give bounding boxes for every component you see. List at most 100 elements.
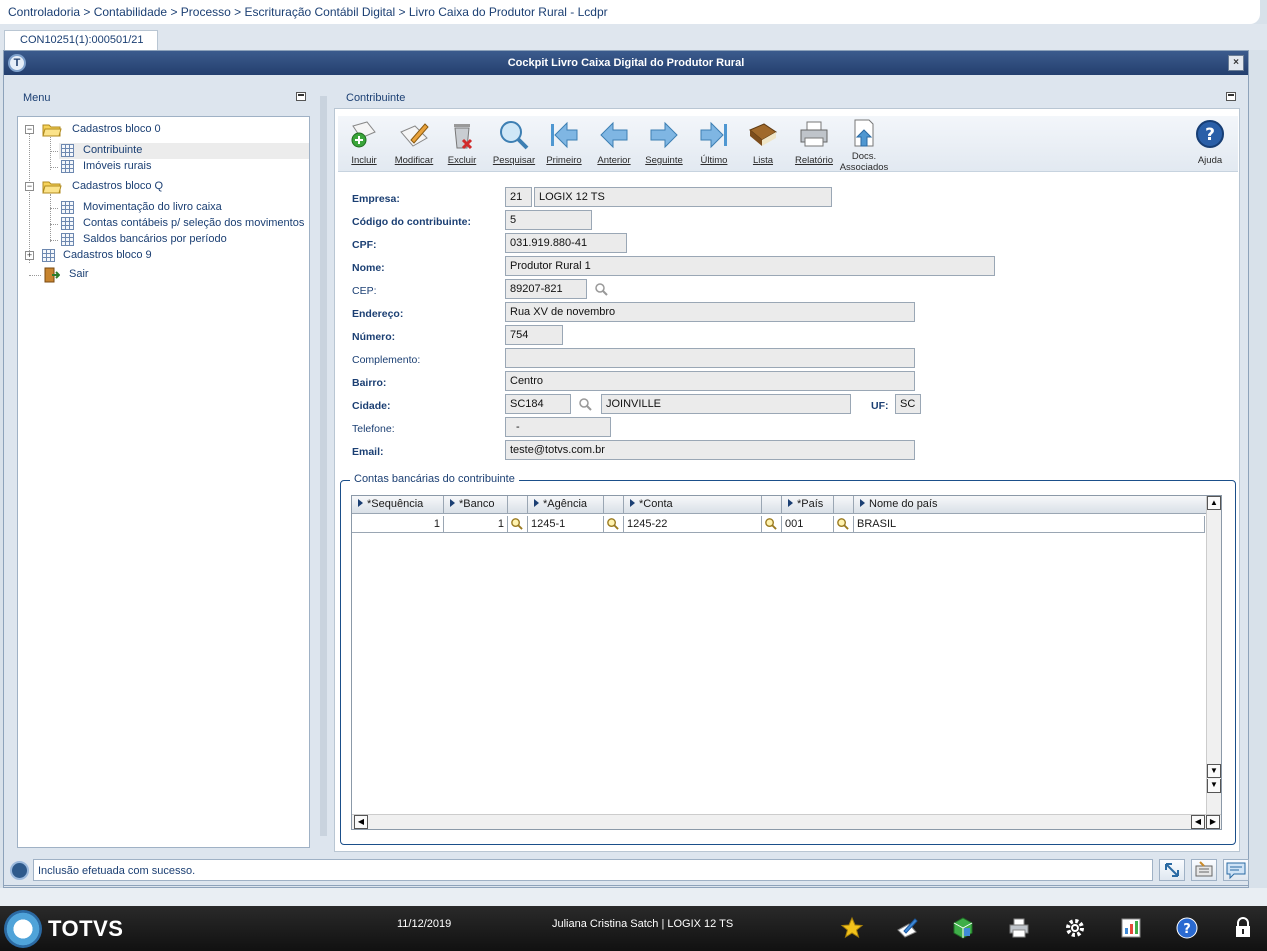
col-header-pais[interactable]: *País	[782, 496, 834, 514]
col-header-nome-pais[interactable]: Nome do país	[854, 496, 1207, 514]
cell-banco[interactable]: 1	[444, 516, 508, 533]
collapse-bloco-0-toggle[interactable]: −	[25, 125, 34, 134]
grid-horizontal-scrollbar[interactable]: ◀ ◀ ▶	[352, 814, 1221, 829]
cidade-code-field[interactable]: SC184	[505, 394, 571, 414]
scroll-up-button[interactable]: ▲	[1207, 496, 1221, 510]
printer-icon[interactable]	[1007, 916, 1031, 940]
bairro-label: Bairro:	[352, 377, 387, 389]
window-title: Cockpit Livro Caixa Digital do Produtor …	[507, 57, 745, 69]
seguinte-button[interactable]: Seguinte	[638, 118, 690, 172]
conta-lookup-icon	[765, 518, 777, 530]
lista-button[interactable]: Lista	[737, 118, 789, 172]
nome-field[interactable]: Produtor Rural 1	[505, 256, 995, 276]
minimize-menu-button[interactable]	[296, 92, 306, 101]
relatorio-button[interactable]: Relatório	[788, 118, 840, 172]
cell-agencia[interactable]: 1245-1	[528, 516, 604, 533]
col-header-banco[interactable]: *Banco	[444, 496, 508, 514]
telefone-label: Telefone:	[352, 423, 395, 435]
grid-icon	[42, 249, 55, 262]
uf-label: UF:	[871, 400, 889, 412]
uf-field[interactable]: SC	[895, 394, 921, 414]
cep-label: CEP:	[352, 285, 377, 297]
cpf-field[interactable]: 031.919.880-41	[505, 233, 627, 253]
breadcrumb[interactable]: Controladoria > Contabilidade > Processo…	[0, 0, 1260, 24]
status-indicator-icon	[10, 861, 29, 880]
col-header-agencia[interactable]: *Agência	[528, 496, 604, 514]
ajuda-button[interactable]: ? Ajuda	[1184, 118, 1236, 172]
previous-record-icon	[600, 121, 628, 149]
cell-sequencia[interactable]: 1	[352, 516, 444, 533]
tree-item-contribuinte[interactable]: Contribuinte	[59, 143, 309, 159]
menu-panel-header: Menu	[13, 86, 310, 108]
scroll-right-button[interactable]: ▶	[1206, 815, 1220, 829]
menu-title: Menu	[23, 92, 51, 104]
messages-button[interactable]	[1223, 859, 1249, 881]
settings-gear-icon[interactable]	[1063, 916, 1087, 940]
modules-cube-icon[interactable]	[951, 916, 975, 940]
tab-con10251[interactable]: CON10251(1):000501/21	[4, 30, 158, 50]
pesquisar-button[interactable]: Pesquisar	[488, 118, 540, 172]
calculator-button[interactable]	[1191, 859, 1217, 881]
first-record-icon	[551, 121, 578, 149]
totvs-logo-icon[interactable]	[4, 910, 42, 948]
telefone-field[interactable]: -	[505, 417, 611, 437]
collapse-bloco-q-toggle[interactable]: −	[25, 182, 34, 191]
window-titlebar: T Cockpit Livro Caixa Digital do Produto…	[4, 51, 1248, 75]
numero-field[interactable]: 754	[505, 325, 563, 345]
help-icon[interactable]: ?	[1175, 916, 1199, 940]
minimize-content-button[interactable]	[1226, 92, 1236, 101]
scroll-left-secondary-button[interactable]: ◀	[1191, 815, 1205, 829]
notes-pen-icon[interactable]	[895, 916, 919, 940]
scroll-down-button[interactable]: ▼	[1207, 764, 1221, 778]
scroll-left-button[interactable]: ◀	[354, 815, 368, 829]
agencia-lookup-cell[interactable]	[604, 516, 624, 533]
cidade-name-field[interactable]: JOINVILLE	[601, 394, 851, 414]
scroll-down-secondary-button[interactable]: ▼	[1207, 779, 1221, 793]
modificar-button[interactable]: Modificar	[388, 118, 440, 172]
empresa-name-field[interactable]: LOGIX 12 TS	[534, 187, 832, 207]
bairro-field[interactable]: Centro	[505, 371, 915, 391]
expand-bloco-9-toggle[interactable]: +	[25, 251, 34, 260]
incluir-button[interactable]: Incluir	[338, 118, 390, 172]
cell-conta[interactable]: 1245-22	[624, 516, 762, 533]
cep-lookup-icon[interactable]	[594, 282, 608, 296]
excluir-button[interactable]: Excluir	[436, 118, 488, 172]
add-document-icon	[351, 121, 376, 148]
printer-icon	[800, 121, 828, 147]
svg-text:?: ?	[1205, 125, 1215, 145]
email-field[interactable]: teste@totvs.com.br	[505, 440, 915, 460]
chart-report-icon[interactable]	[1119, 916, 1143, 940]
last-record-icon	[700, 121, 727, 149]
pais-lookup-cell[interactable]	[834, 516, 854, 533]
taskbar-user: Juliana Cristina Satch | LOGIX 12 TS	[552, 918, 734, 930]
endereco-label: Endereço:	[352, 308, 404, 320]
lock-icon[interactable]	[1231, 916, 1255, 940]
resize-button[interactable]	[1159, 859, 1185, 881]
conta-lookup-cell[interactable]	[762, 516, 782, 533]
cell-nome-pais[interactable]: BRASIL	[854, 516, 1205, 533]
col-header-conta[interactable]: *Conta	[624, 496, 762, 514]
cpf-label: CPF:	[352, 239, 377, 251]
col-header-sequencia[interactable]: *Sequência	[352, 496, 444, 514]
banco-lookup-cell[interactable]	[508, 516, 528, 533]
cidade-lookup-icon[interactable]	[578, 397, 592, 411]
complemento-field[interactable]	[505, 348, 915, 368]
empresa-code-field[interactable]: 21	[505, 187, 532, 207]
cep-field[interactable]: 89207-821	[505, 279, 587, 299]
panel-splitter[interactable]	[320, 96, 327, 836]
pais-lookup-icon	[837, 518, 849, 530]
anterior-button[interactable]: Anterior	[588, 118, 640, 172]
cell-pais[interactable]: 001	[782, 516, 834, 533]
primeiro-button[interactable]: Primeiro	[538, 118, 590, 172]
col-header-agencia-lookup	[604, 496, 624, 514]
ultimo-button[interactable]: Último	[688, 118, 740, 172]
grid-vertical-scrollbar[interactable]: ▲ ▼ ▼	[1206, 496, 1221, 814]
docs-associados-button[interactable]: Docs. Associados	[838, 118, 890, 173]
codigo-field[interactable]: 5	[505, 210, 592, 230]
favorites-star-icon[interactable]	[840, 916, 864, 940]
svg-text:?: ?	[1183, 922, 1191, 937]
col-header-conta-lookup	[762, 496, 782, 514]
search-magnifier-icon	[500, 121, 529, 150]
close-button[interactable]: ×	[1228, 55, 1244, 71]
endereco-field[interactable]: Rua XV de novembro	[505, 302, 915, 322]
